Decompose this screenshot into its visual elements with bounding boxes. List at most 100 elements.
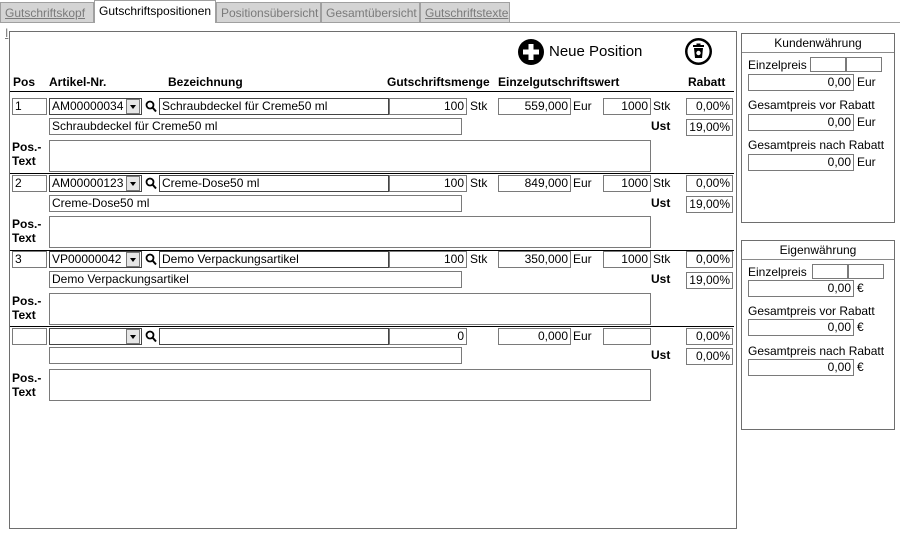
currency-label: € xyxy=(857,281,864,295)
per-unit: Stk xyxy=(653,176,671,190)
pos-field[interactable]: 2 xyxy=(12,175,47,192)
wert-field[interactable]: 350,000 xyxy=(498,251,571,268)
total-before-discount-label: Gesamtpreis vor Rabatt xyxy=(748,304,875,318)
currency-label: Eur xyxy=(857,155,876,169)
header-separator xyxy=(10,91,734,92)
menge-unit: Stk xyxy=(470,176,488,190)
total-before-discount-label: Gesamtpreis vor Rabatt xyxy=(748,98,875,112)
artikel-dropdown-button[interactable] xyxy=(126,252,140,267)
description-field[interactable]: Demo Verpackungsartikel xyxy=(49,271,462,288)
tab-gutschriftstexte[interactable]: Gutschriftstexte xyxy=(420,2,510,22)
currency-label: € xyxy=(857,360,864,374)
col-header-artikel: Artikel-Nr. xyxy=(49,75,107,89)
wert-field[interactable]: 0,000 xyxy=(498,328,571,345)
total-before-discount-field[interactable]: 0,00 xyxy=(748,114,854,131)
row-separator xyxy=(10,326,734,327)
pos-field[interactable]: 3 xyxy=(12,251,47,268)
ust-label: Ust xyxy=(651,119,671,133)
currency-label: Eur xyxy=(857,115,876,129)
col-header-menge: Gutschriftsmenge xyxy=(387,75,490,89)
ust-label: Ust xyxy=(651,272,671,286)
wert-field[interactable]: 849,000 xyxy=(498,175,571,192)
ust-label: Ust xyxy=(651,196,671,210)
currency-label: € xyxy=(857,320,864,334)
ust-field[interactable]: 0,00% xyxy=(686,348,733,365)
menge-field[interactable]: 100 xyxy=(389,175,467,192)
wert-currency: Eur xyxy=(573,329,592,343)
rabatt-field[interactable]: 0,00% xyxy=(686,98,733,115)
tab-gutschriftspositionen[interactable]: Gutschriftspositionen xyxy=(94,0,216,23)
description-field[interactable]: Schraubdeckel für Creme50 ml xyxy=(49,118,462,135)
new-position-label: Neue Position xyxy=(549,43,643,60)
total-after-discount-label: Gesamtpreis nach Rabatt xyxy=(748,138,885,152)
per-unit: Stk xyxy=(653,252,671,266)
bezeichnung-field[interactable]: Demo Verpackungsartikel xyxy=(159,251,389,268)
customer-currency-title: Kundenwährung xyxy=(774,36,862,50)
col-header-pos: Pos xyxy=(13,75,36,89)
tab-gutschriftskopf[interactable]: Gutschriftskopf I xyxy=(0,2,94,40)
per-quantity-field[interactable]: 1000 xyxy=(603,175,651,192)
artikel-dropdown-button[interactable] xyxy=(126,176,140,191)
artikel-dropdown-button[interactable] xyxy=(126,329,140,344)
col-header-rabatt: Rabatt xyxy=(688,75,726,89)
per-quantity-field[interactable]: 1000 xyxy=(603,251,651,268)
pos-text-field[interactable] xyxy=(49,293,651,325)
total-before-discount-field[interactable]: 0,00 xyxy=(748,319,854,336)
menge-field[interactable]: 0 xyxy=(389,328,467,345)
pos-text-field[interactable] xyxy=(49,369,651,401)
ust-field[interactable]: 19,00% xyxy=(686,196,733,213)
customer-currency-panel: Kundenwährung Einzelpreis 0,00 Eur Gesam… xyxy=(741,33,895,223)
tab-bar: Gutschriftskopf I Gutschriftspositionen … xyxy=(0,0,900,40)
unit-price-field[interactable]: 0,00 xyxy=(748,280,854,297)
total-after-discount-label: Gesamtpreis nach Rabatt xyxy=(748,344,885,358)
currency-label: Eur xyxy=(857,75,876,89)
menge-unit: Stk xyxy=(470,252,488,266)
bezeichnung-field[interactable]: Schraubdeckel für Creme50 ml xyxy=(159,98,389,115)
menge-field[interactable]: 100 xyxy=(389,251,467,268)
pos-text-field[interactable] xyxy=(49,140,651,172)
exchange-rate-field[interactable] xyxy=(846,57,882,72)
pos-text-label: Pos.- Text xyxy=(12,294,42,322)
pos-field[interactable] xyxy=(12,328,47,345)
pos-field[interactable]: 1 xyxy=(12,98,47,115)
delete-position-button[interactable] xyxy=(684,37,713,66)
title-divider xyxy=(742,52,894,53)
total-after-discount-field[interactable]: 0,00 xyxy=(748,359,854,376)
rabatt-field[interactable]: 0,00% xyxy=(686,175,733,192)
description-field[interactable]: Creme-Dose50 ml xyxy=(49,195,462,212)
menge-unit: Stk xyxy=(470,99,488,113)
wert-currency: Eur xyxy=(573,176,592,190)
tab-positionsuebersicht[interactable]: Positionsübersicht xyxy=(216,2,321,22)
description-field[interactable] xyxy=(49,347,462,364)
wert-field[interactable]: 559,000 xyxy=(498,98,571,115)
per-quantity-field[interactable]: 1000 xyxy=(603,98,651,115)
search-icon[interactable] xyxy=(145,100,157,113)
new-position-button[interactable]: Neue Position xyxy=(517,38,647,66)
pos-text-field[interactable] xyxy=(49,216,651,248)
search-icon[interactable] xyxy=(145,177,157,190)
currency-code-field[interactable] xyxy=(812,264,848,279)
bezeichnung-field[interactable]: Creme-Dose50 ml xyxy=(159,175,389,192)
search-icon[interactable] xyxy=(145,253,157,266)
ust-field[interactable]: 19,00% xyxy=(686,119,733,136)
ust-field[interactable]: 19,00% xyxy=(686,272,733,289)
col-header-bezeichnung: Bezeichnung xyxy=(168,75,243,89)
plus-circle-icon xyxy=(518,39,544,65)
rabatt-field[interactable]: 0,00% xyxy=(686,251,733,268)
pos-text-label: Pos.- Text xyxy=(12,217,42,245)
bezeichnung-field[interactable] xyxy=(159,328,389,345)
per-quantity-field[interactable] xyxy=(603,328,651,345)
menge-field[interactable]: 100 xyxy=(389,98,467,115)
total-after-discount-field[interactable]: 0,00 xyxy=(748,154,854,171)
artikel-dropdown-button[interactable] xyxy=(126,99,140,114)
trash-icon xyxy=(685,38,712,65)
wert-currency: Eur xyxy=(573,252,592,266)
currency-code-field[interactable] xyxy=(810,57,846,72)
exchange-rate-field[interactable] xyxy=(848,264,884,279)
tab-gesamtuebersicht[interactable]: Gesamtübersicht xyxy=(321,2,420,22)
unit-price-field[interactable]: 0,00 xyxy=(748,74,854,91)
search-icon[interactable] xyxy=(145,330,157,343)
col-header-wert: Einzelgutschriftswert xyxy=(498,75,620,89)
pos-text-label: Pos.- Text xyxy=(12,140,42,168)
rabatt-field[interactable]: 0,00% xyxy=(686,328,733,345)
